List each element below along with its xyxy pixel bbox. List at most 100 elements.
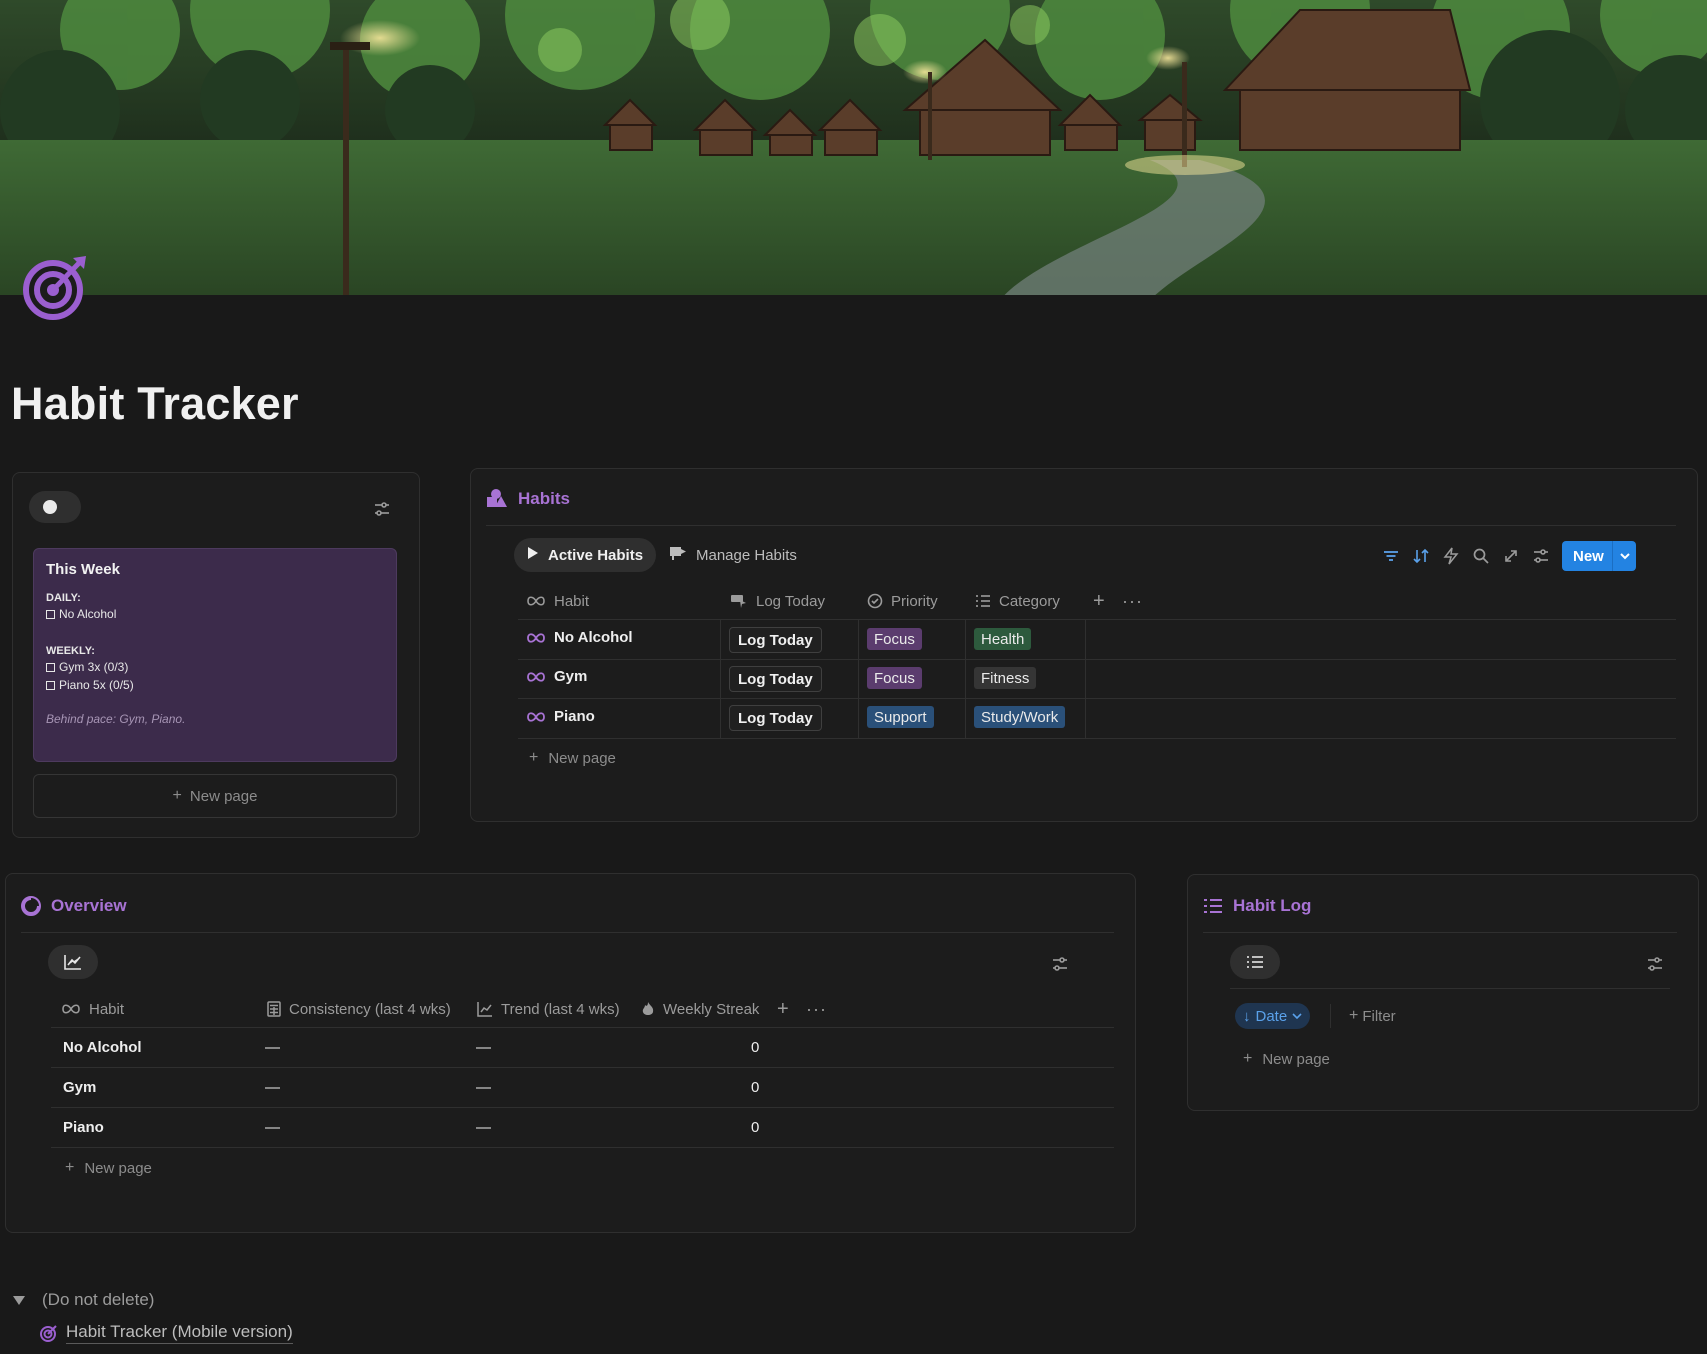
category-tag[interactable]: Study/Work xyxy=(974,706,1066,728)
do-not-delete-toggle[interactable]: (Do not delete) xyxy=(13,1290,154,1310)
habits-header[interactable]: Habits xyxy=(486,488,570,510)
row-divider xyxy=(51,1027,1114,1028)
overview-habit-cell[interactable]: No Alcohol xyxy=(63,1039,142,1056)
habits-database xyxy=(470,468,1698,822)
list-view-button[interactable] xyxy=(1230,945,1280,979)
sort-icon[interactable] xyxy=(1412,547,1430,565)
filter-icon[interactable] xyxy=(1382,547,1400,565)
column-header-habit[interactable]: Habit xyxy=(61,999,124,1019)
chip-divider xyxy=(1330,1004,1331,1028)
log-today-button[interactable]: Log Today xyxy=(729,627,822,653)
new-page-button[interactable]: + New page xyxy=(33,774,397,818)
chart-view-button[interactable] xyxy=(48,945,98,979)
date-sort-chip[interactable]: ↓ Date xyxy=(1235,1003,1311,1029)
weekly-item: Gym 3x (0/3) xyxy=(46,660,384,674)
log-today-button[interactable]: Log Today xyxy=(729,666,822,692)
weekly-heading: WEEKLY: xyxy=(46,645,95,657)
cover-image xyxy=(0,0,1707,295)
habit-log-header[interactable]: Habit Log xyxy=(1203,896,1311,916)
pace-note: Behind pace: Gym, Piano. xyxy=(46,712,186,726)
mobile-version-link[interactable]: Habit Tracker (Mobile version) xyxy=(40,1322,293,1344)
new-page-row[interactable]: + New page xyxy=(529,749,616,767)
column-header-trend[interactable]: Trend (last 4 wks) xyxy=(477,999,620,1019)
habit-name-cell[interactable]: Gym xyxy=(526,668,587,685)
add-property-icon[interactable]: + xyxy=(777,998,789,1020)
add-property-icon[interactable]: + xyxy=(1093,590,1105,612)
divider xyxy=(1203,932,1677,933)
daily-item: No Alcohol xyxy=(46,607,384,621)
column-header-priority[interactable]: Priority xyxy=(867,591,938,611)
column-header-weekly-streak[interactable]: Weekly Streak xyxy=(641,999,759,1019)
tab-manage-habits[interactable]: Manage Habits xyxy=(656,538,810,572)
priority-tag[interactable]: Support xyxy=(867,706,934,728)
infinity-icon xyxy=(526,632,546,644)
new-button[interactable]: New xyxy=(1562,541,1636,571)
add-filter-button[interactable]: + Filter xyxy=(1349,1007,1396,1025)
overview-title: Overview xyxy=(51,896,127,915)
daily-heading: DAILY: xyxy=(46,592,81,604)
list-icon xyxy=(1204,899,1222,913)
plus-icon: + xyxy=(1349,1007,1359,1024)
category-tag[interactable]: Fitness xyxy=(974,667,1037,689)
streak-cell: 0 xyxy=(751,1039,760,1056)
more-options-icon[interactable]: ··· xyxy=(1122,591,1143,611)
plus-icon: + xyxy=(172,787,182,804)
overview-habit-cell[interactable]: Piano xyxy=(63,1119,104,1136)
column-divider xyxy=(1085,619,1086,738)
trend-cell: — xyxy=(476,1039,491,1056)
checkbox-icon xyxy=(46,609,55,619)
checkbox-icon xyxy=(46,662,55,672)
overview-habit-cell[interactable]: Gym xyxy=(63,1079,96,1096)
new-page-row[interactable]: + New page xyxy=(1243,1050,1330,1068)
flame-icon xyxy=(641,1001,655,1017)
consistency-cell: — xyxy=(265,1039,280,1056)
column-divider xyxy=(858,619,859,738)
settings-sliders-icon[interactable] xyxy=(373,500,391,518)
log-today-button[interactable]: Log Today xyxy=(729,705,822,731)
column-header-consistency[interactable]: Consistency (last 4 wks) xyxy=(267,999,451,1019)
plus-icon: + xyxy=(529,749,539,766)
triangle-down-icon xyxy=(13,1295,25,1305)
column-header-category[interactable]: Category xyxy=(975,591,1060,611)
overview-header[interactable]: Overview xyxy=(21,896,127,916)
this-week-card[interactable]: This Week DAILY: No Alcohol WEEKLY: Gym … xyxy=(33,548,397,762)
category-tag[interactable]: Health xyxy=(974,628,1032,650)
row-divider xyxy=(518,738,1676,739)
search-icon[interactable] xyxy=(1472,547,1490,565)
lightning-icon[interactable] xyxy=(1442,547,1460,565)
view-toggle[interactable] xyxy=(29,491,81,523)
row-divider xyxy=(51,1147,1114,1148)
weekly-item: Piano 5x (0/5) xyxy=(46,678,384,692)
new-page-row[interactable]: + New page xyxy=(65,1159,152,1177)
target-icon[interactable] xyxy=(18,252,90,324)
infinity-icon xyxy=(526,671,546,683)
row-divider xyxy=(518,619,1676,620)
more-options-icon[interactable]: ··· xyxy=(806,999,827,1019)
week-board: This Week DAILY: No Alcohol WEEKLY: Gym … xyxy=(12,472,420,838)
priority-tag[interactable]: Focus xyxy=(867,667,922,689)
pie-chart-icon xyxy=(21,896,41,916)
status-icon xyxy=(867,593,883,609)
expand-icon[interactable] xyxy=(1502,547,1520,565)
habit-name-cell[interactable]: Piano xyxy=(526,708,595,725)
overview-database xyxy=(5,873,1136,1233)
row-divider xyxy=(518,698,1676,699)
column-divider xyxy=(965,619,966,738)
chevron-down-icon[interactable] xyxy=(1612,541,1636,571)
habit-log-title: Habit Log xyxy=(1233,896,1312,915)
row-divider xyxy=(51,1107,1114,1108)
priority-tag[interactable]: Focus xyxy=(867,628,922,650)
streak-cell: 0 xyxy=(751,1079,760,1096)
trend-cell: — xyxy=(476,1119,491,1136)
infinity-icon xyxy=(526,595,546,607)
settings-sliders-icon[interactable] xyxy=(1646,955,1664,973)
settings-sliders-icon[interactable] xyxy=(1532,547,1550,565)
tab-active-habits[interactable]: Active Habits xyxy=(514,538,657,572)
checkbox-icon xyxy=(46,680,55,690)
consistency-cell: — xyxy=(265,1119,280,1136)
column-header-habit[interactable]: Habit xyxy=(526,591,589,611)
play-icon xyxy=(527,546,539,564)
habit-name-cell[interactable]: No Alcohol xyxy=(526,629,633,646)
column-header-log-today[interactable]: Log Today xyxy=(730,591,825,611)
settings-sliders-icon[interactable] xyxy=(1051,955,1069,973)
